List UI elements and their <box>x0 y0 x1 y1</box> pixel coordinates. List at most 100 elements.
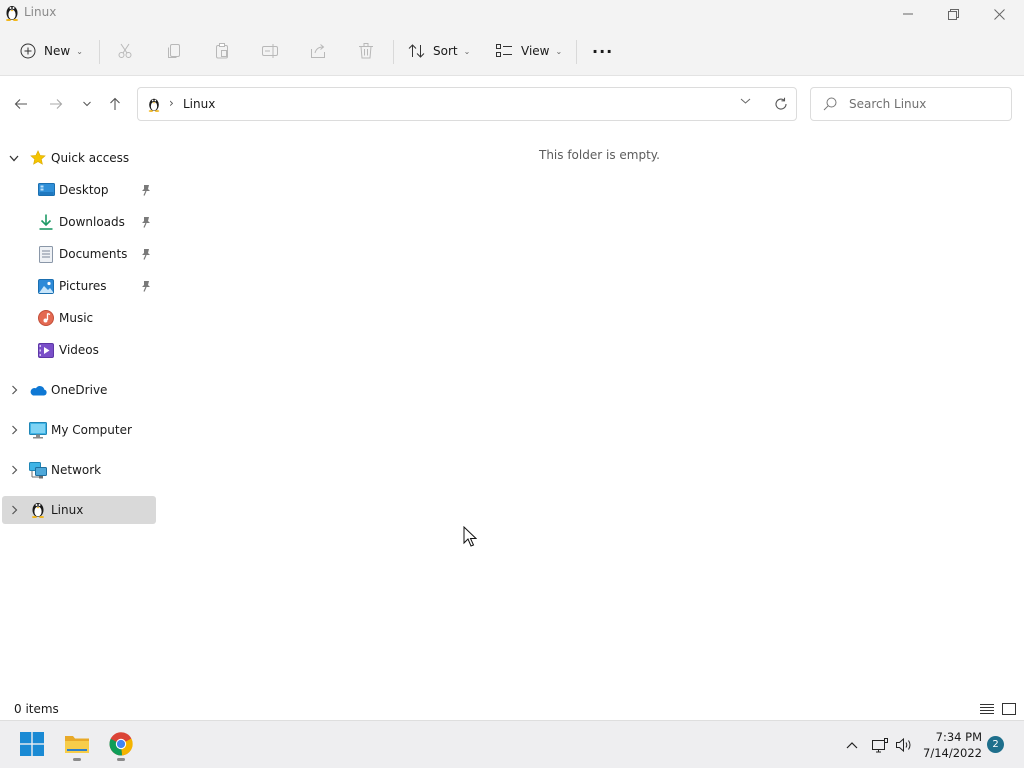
sidebar-item-quick-access[interactable]: Quick access <box>2 144 156 172</box>
linux-icon <box>29 500 47 518</box>
chevron-down-icon: ⌄ <box>555 46 563 56</box>
address-history-button[interactable] <box>740 95 751 108</box>
window-title: Linux <box>24 5 57 19</box>
minimize-icon <box>903 13 913 15</box>
expand-chevron-icon[interactable] <box>8 422 20 438</box>
trash-icon <box>359 43 373 59</box>
sidebar-item-desktop[interactable]: Desktop <box>2 176 156 204</box>
notification-badge[interactable]: 2 <box>987 736 1004 753</box>
view-button[interactable]: View ⌄ <box>496 36 562 66</box>
sidebar-item-linux[interactable]: Linux <box>2 496 156 524</box>
pin-icon <box>140 215 152 229</box>
more-options-button[interactable]: ··· <box>592 36 613 66</box>
running-indicator <box>73 758 81 761</box>
sort-button[interactable]: Sort ⌄ <box>408 36 470 66</box>
large-icons-view-button[interactable] <box>1001 701 1017 717</box>
rename-button[interactable] <box>262 36 280 66</box>
sidebar-item-my-computer[interactable]: My Computer <box>2 416 156 444</box>
arrow-left-icon <box>14 99 27 109</box>
share-icon <box>311 44 325 58</box>
show-hidden-icons-button[interactable] <box>841 734 863 756</box>
network-icon <box>29 461 47 479</box>
arrow-up-icon <box>110 97 120 110</box>
refresh-button[interactable] <box>772 94 790 114</box>
share-button[interactable] <box>310 36 326 66</box>
sidebar-item-label: Videos <box>59 343 99 357</box>
copy-button[interactable] <box>166 36 182 66</box>
new-button[interactable]: New ⌄ <box>20 36 83 66</box>
restore-button[interactable] <box>930 0 976 28</box>
sort-label: Sort <box>433 44 458 58</box>
cut-button[interactable] <box>117 36 133 66</box>
restore-icon <box>947 8 959 20</box>
breadcrumb-chevron-icon[interactable]: › <box>169 96 174 110</box>
recent-locations-button[interactable] <box>76 93 98 115</box>
mouse-cursor-icon <box>463 526 477 547</box>
sidebar-item-network[interactable]: Network <box>2 456 156 484</box>
documents-icon <box>37 245 55 263</box>
taskbar-chrome[interactable] <box>104 727 138 761</box>
sidebar-item-pictures[interactable]: Pictures <box>2 272 156 300</box>
sidebar-item-music[interactable]: Music <box>2 304 156 332</box>
close-icon <box>993 8 1005 20</box>
network-status-button[interactable] <box>869 734 891 756</box>
network-status-icon <box>872 738 888 753</box>
breadcrumb-linux[interactable]: Linux <box>183 97 215 111</box>
item-count: 0 items <box>14 702 59 716</box>
computer-icon <box>29 421 47 439</box>
volume-icon <box>896 737 911 753</box>
start-button[interactable] <box>15 727 49 761</box>
refresh-icon <box>775 97 787 110</box>
sidebar-item-videos[interactable]: Videos <box>2 336 156 364</box>
paste-button[interactable] <box>214 36 230 66</box>
details-view-icon <box>980 704 994 714</box>
search-input[interactable] <box>849 95 1004 113</box>
sidebar-item-documents[interactable]: Documents <box>2 240 156 268</box>
sidebar-item-label: Documents <box>59 247 128 261</box>
search-icon <box>823 97 837 111</box>
back-button[interactable] <box>10 93 32 115</box>
volume-button[interactable] <box>893 734 915 756</box>
music-icon <box>37 309 55 327</box>
running-indicator <box>117 758 125 761</box>
linux-icon <box>148 98 160 112</box>
expand-chevron-icon[interactable] <box>8 462 20 478</box>
minimize-button[interactable] <box>885 0 931 28</box>
separator <box>576 40 577 64</box>
sidebar-item-onedrive[interactable]: OneDrive <box>2 376 156 404</box>
rename-icon <box>262 44 278 58</box>
sidebar-item-label: My Computer <box>51 423 132 437</box>
large-icons-view-icon <box>1002 703 1016 715</box>
collapse-chevron-icon[interactable] <box>8 150 20 166</box>
taskbar-clock[interactable]: 7:34 PM 7/14/2022 <box>922 729 982 761</box>
chevron-up-icon <box>846 742 858 749</box>
file-list-area[interactable] <box>158 131 1024 699</box>
up-button[interactable] <box>104 93 126 115</box>
status-bar: 0 items <box>0 699 1024 720</box>
chevron-down-icon <box>83 101 91 107</box>
close-button[interactable] <box>976 0 1022 28</box>
clock-date: 7/14/2022 <box>923 746 982 760</box>
search-box[interactable] <box>810 87 1012 121</box>
details-view-button[interactable] <box>979 701 995 717</box>
windows-logo-icon <box>20 732 44 756</box>
pin-icon <box>140 183 152 197</box>
delete-button[interactable] <box>358 36 374 66</box>
forward-button[interactable] <box>45 93 67 115</box>
taskbar: 7:34 PM 7/14/2022 2 <box>0 720 1024 768</box>
sidebar-item-downloads[interactable]: Downloads <box>2 208 156 236</box>
chevron-down-icon <box>740 98 751 104</box>
view-label: View <box>521 44 550 58</box>
empty-folder-message: This folder is empty. <box>539 148 660 162</box>
expand-chevron-icon[interactable] <box>8 382 20 398</box>
paste-icon <box>216 43 228 59</box>
sidebar-item-label: Downloads <box>59 215 125 229</box>
pin-icon <box>140 279 152 293</box>
address-bar[interactable]: › Linux <box>137 87 797 121</box>
pin-icon <box>140 247 152 261</box>
taskbar-file-explorer[interactable] <box>60 727 94 761</box>
star-icon <box>29 149 47 167</box>
title-bar: Linux <box>0 0 1024 26</box>
expand-chevron-icon[interactable] <box>8 502 20 518</box>
downloads-icon <box>37 213 55 231</box>
